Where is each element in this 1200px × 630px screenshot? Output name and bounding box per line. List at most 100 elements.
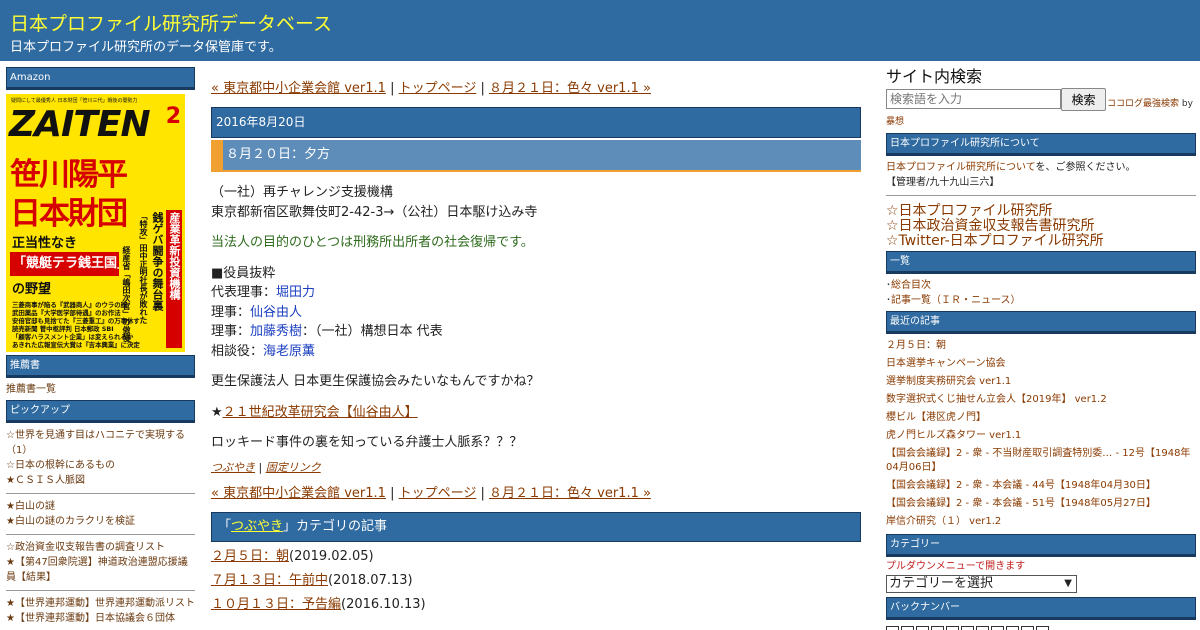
pickup-link[interactable]: ☆日本の根幹にあるもの — [6, 458, 195, 473]
search-input[interactable] — [886, 89, 1061, 109]
pickup-link[interactable]: ★【第47回衆院選】神道政治連盟応援議員【結果】 — [6, 555, 195, 585]
related-article-link[interactable]: ２１世紀改革研究会【仙谷由人】 — [223, 405, 418, 420]
category-select[interactable]: カテゴリーを選択 ▼ — [886, 574, 1077, 593]
next-entry-link[interactable]: ８月２１日：色々 ver1.1 » — [489, 486, 651, 501]
right-sidebar: サイト内検索 検索 ココログ最強検索 by 暴想 日本プロファイル研究所について… — [886, 66, 1196, 630]
pickup-link[interactable]: ★白山の謎 — [6, 499, 195, 514]
index-list: ･総合目次 ･記事一覧（ＩＲ・ニュース） — [886, 278, 1196, 308]
category-article-link[interactable]: ７月１３日：午前中 — [211, 573, 328, 588]
recent-post-link[interactable]: 岸信介研究（１） ver1.2 — [886, 513, 1196, 531]
chevron-down-icon: ▼ — [1064, 577, 1072, 589]
site-title[interactable]: 日本プロファイル研究所データベース — [10, 9, 332, 36]
entry-date: 2016年8月20日 — [211, 107, 861, 138]
cover-topline: 疑問にして最優秀人 日本財団「笹川三代」戦後の闇勢力 — [11, 98, 138, 104]
cover-logo: ZAITEN — [9, 104, 151, 145]
permalink[interactable]: 固定リンク — [266, 461, 321, 474]
category-note: プルダウンメニューで開きます — [886, 561, 1026, 572]
cover-issue: 2 — [165, 104, 181, 129]
category-heading: カテゴリー — [886, 534, 1196, 557]
officer-role: 理事： — [211, 324, 251, 339]
calendar-cell[interactable] — [916, 625, 929, 630]
prev-entry-link[interactable]: « 東京都中小企業会館 ver1.1 — [211, 486, 386, 501]
about-heading: 日本プロファイル研究所について — [886, 133, 1196, 156]
entry-line: ロッキード事件の裏を知っている弁護士人脈系？？？ — [211, 435, 523, 450]
recent-post-link[interactable]: 【国会会議録】2 - 衆 - 不当財産取引調査特別委… - 12号【1948年0… — [886, 445, 1196, 477]
index-link[interactable]: 総合目次 — [891, 280, 931, 291]
cocolog-search-link[interactable]: ココログ最強検索 — [1107, 99, 1179, 109]
pickup-link[interactable]: ★【世界連邦運動】日本協議会６団体 — [6, 611, 195, 626]
calendar-cell[interactable] — [886, 625, 899, 630]
recent-post-link[interactable]: 日本選挙キャンペーン協会 — [886, 355, 1196, 373]
search-button[interactable]: 検索 — [1061, 88, 1106, 111]
calendar-cell[interactable] — [976, 625, 989, 630]
list-item: ２月５日：朝(2019.02.05) — [211, 545, 861, 569]
category-heading-link[interactable]: つぶやき — [231, 519, 283, 534]
pickup-link[interactable]: ☆世界を見通す目はハコニテで実現する（1） — [6, 428, 195, 458]
amazon-heading: Amazon — [6, 67, 195, 90]
heading-suffix: 」カテゴリの記事 — [283, 518, 388, 534]
powered-by-text: by — [1179, 99, 1193, 109]
category-article-link[interactable]: ２月５日：朝 — [211, 549, 289, 564]
next-entry-link[interactable]: ８月２１日：色々 ver1.1 » — [489, 81, 651, 96]
book-cover-image[interactable]: 疑問にして最優秀人 日本財団「笹川三代」戦後の闇勢力 ZAITEN 2 笹川陽平… — [6, 94, 185, 352]
divider — [6, 534, 195, 535]
recent-post-link[interactable]: ２月５日：朝 — [886, 337, 1196, 355]
cover-small-6: あきれた広報宣伝大賞は『吉本興業』に決定 — [12, 341, 140, 349]
entry-line: 東京都新宿区歌舞伎町2-42-3→（公社）日本駆け込み寺 — [211, 204, 538, 220]
officer-row: 理事：加藤秀樹：（一社）構想日本 代表 — [211, 322, 861, 342]
top-page-link[interactable]: トップページ — [399, 81, 477, 96]
pickup-link[interactable]: ★【世界連邦運動】世界連邦運動派リスト — [6, 596, 195, 611]
top-page-link[interactable]: トップページ — [399, 486, 477, 501]
entry-title[interactable]: ８月２０日：夕方 — [211, 140, 861, 172]
recent-post-link[interactable]: 選挙制度実務研究会 ver1.1 — [886, 373, 1196, 391]
featured-link[interactable]: ☆Twitter-日本プロファイル研究所 — [886, 233, 1104, 249]
recent-posts-list: ２月５日：朝 日本選挙キャンペーン協会 選挙制度実務研究会 ver1.1 数字選… — [886, 337, 1196, 531]
recent-post-link[interactable]: 【国会会議録】2 - 衆 - 本会議 - 51号【1948年05月27日】 — [886, 495, 1196, 513]
recent-post-link[interactable]: 櫻ビル【港区虎ノ門】 — [886, 409, 1196, 427]
footer-separator: | — [255, 460, 266, 474]
calendar-cell[interactable] — [901, 625, 914, 630]
calendar-cell[interactable] — [931, 625, 944, 630]
featured-links: ☆日本プロファイル研究所 ☆日本政治資金収支報告書研究所 ☆Twitter-日本… — [886, 204, 1196, 249]
category-link[interactable]: つぶやき — [211, 461, 255, 474]
admin-name: 【管理者/九十九山三六】 — [886, 176, 1000, 188]
pickup-link[interactable]: ★ＣＳＩＳ人脈図 — [6, 473, 195, 488]
backnumber-calendar — [886, 625, 1196, 630]
featured-link[interactable]: ☆日本プロファイル研究所 — [886, 203, 1053, 219]
entry-nav-bottom: « 東京都中小企業会館 ver1.1 | トップページ | ８月２１日：色々 v… — [211, 483, 861, 505]
calendar-cell[interactable] — [1036, 625, 1049, 630]
category-article-link[interactable]: １０月１３日：予告編 — [211, 597, 341, 612]
recent-post-link[interactable]: 【国会会議録】2 - 衆 - 本会議 - 44号【1948年04月30日】 — [886, 477, 1196, 495]
index-link[interactable]: 記事一覧（ＩＲ・ニュース） — [891, 295, 1021, 306]
about-link[interactable]: 日本プロファイル研究所について — [886, 162, 1036, 173]
calendar-cell[interactable] — [991, 625, 1004, 630]
entry-line: ■役員抜粋 — [211, 265, 276, 281]
category-articles-heading: 「つぶやき」カテゴリの記事 — [211, 511, 861, 542]
recent-post-link[interactable]: 数字選択式くじ抽せん立会人【2019年】 ver1.2 — [886, 391, 1196, 409]
entry-line: 更生保護法人 日本更生保護協会みたいなもんですかね？ — [211, 374, 540, 389]
site-description: 日本プロファイル研究所のデータ保管庫です。 — [10, 40, 282, 55]
about-text: 日本プロファイル研究所についてを、ご参照ください。 — [886, 161, 1196, 176]
recent-post-link[interactable]: 虎ノ門ヒルズ森タワー ver1.1 — [886, 427, 1196, 445]
calendar-cell[interactable] — [1021, 625, 1034, 630]
nav-separator: | — [476, 81, 489, 96]
prev-entry-link[interactable]: « 東京都中小企業会館 ver1.1 — [211, 81, 386, 96]
list-item: ７月１３日：午前中(2018.07.13) — [211, 569, 861, 593]
search-author[interactable]: 暴想 — [886, 115, 1196, 129]
category-select-value: カテゴリーを選択 — [889, 575, 994, 591]
officer-name: 海老原薫 — [263, 343, 316, 359]
calendar-cell[interactable] — [1006, 625, 1019, 630]
calendar-cell[interactable] — [961, 625, 974, 630]
officer-name: 仙谷由人 — [250, 304, 303, 320]
calendar-cell[interactable] — [946, 625, 959, 630]
pickup-group-1: ☆世界を見通す目はハコニテで実現する（1） ☆日本の根幹にあるもの ★ＣＳＩＳ人… — [6, 428, 195, 488]
pickup-link[interactable]: ★白山の謎のカラクリを検証 — [6, 514, 195, 529]
officer-name: 加藤秀樹 — [250, 324, 303, 339]
recommend-list-link[interactable]: 推薦書一覧 — [6, 382, 195, 397]
pickup-link[interactable]: ☆政治資金収支報告書の調査リスト — [6, 540, 195, 555]
divider — [886, 195, 1196, 196]
search-heading: サイト内検索 — [886, 67, 983, 86]
search-powered-by: ココログ最強検索 by — [1107, 96, 1193, 109]
entry-line: ★２１世紀改革研究会【仙谷由人】 — [211, 403, 861, 423]
featured-link[interactable]: ☆日本政治資金収支報告書研究所 — [886, 218, 1095, 234]
